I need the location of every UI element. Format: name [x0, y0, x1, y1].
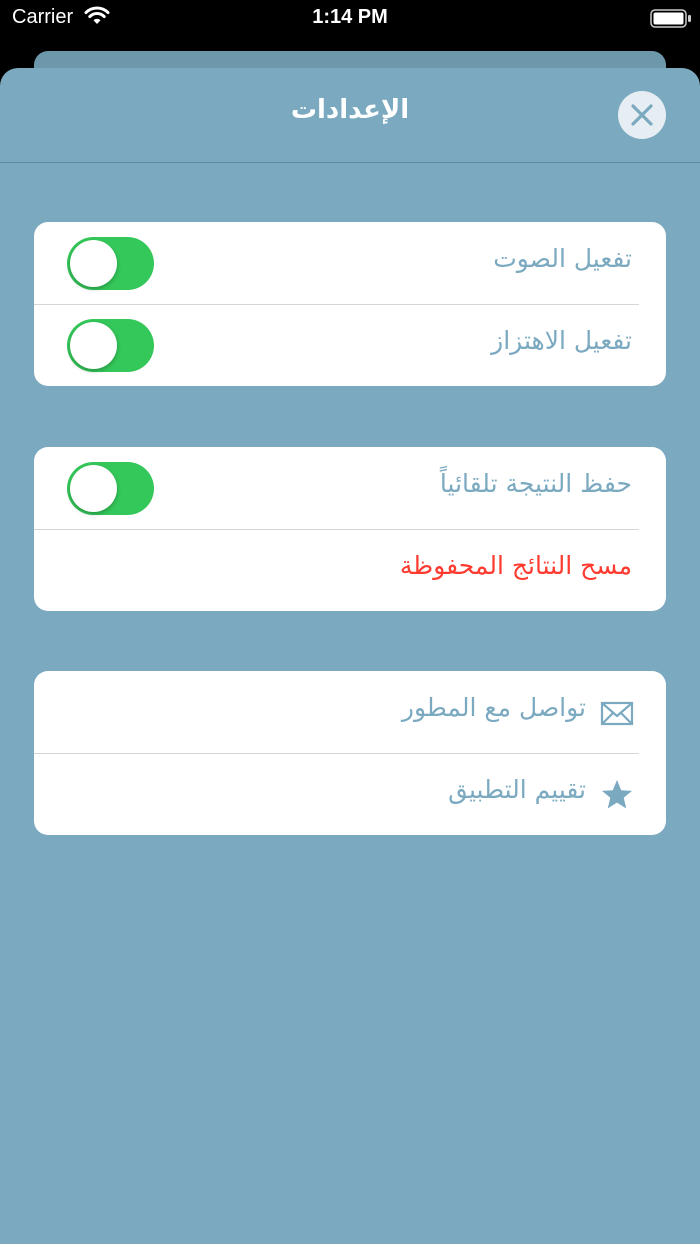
- contact-developer-label: تواصل مع المطور: [401, 693, 586, 722]
- results-settings-group: حفظ النتيجة تلقائياً مسح النتائج المحفوظ…: [34, 447, 666, 611]
- toggle-knob: [70, 465, 117, 512]
- page-title: الإعدادات: [290, 95, 410, 125]
- clear-results-row[interactable]: مسح النتائج المحفوظة: [34, 529, 666, 611]
- nav-bar: الإعدادات: [0, 68, 700, 163]
- sound-label: تفعيل الصوت: [493, 244, 632, 273]
- clear-results-button[interactable]: مسح النتائج المحفوظة: [400, 551, 632, 580]
- close-icon: [631, 104, 653, 126]
- about-settings-group: تواصل مع المطور تقييم التطبيق: [34, 671, 666, 835]
- battery-icon: [650, 9, 691, 28]
- autosave-setting-row: حفظ النتيجة تلقائياً: [34, 447, 666, 529]
- rate-app-label: تقييم التطبيق: [448, 775, 586, 804]
- toggle-knob: [70, 322, 117, 369]
- clock: 1:14 PM: [312, 6, 388, 28]
- sound-toggle[interactable]: [67, 237, 154, 290]
- rate-app-row[interactable]: تقييم التطبيق: [34, 753, 666, 835]
- autosave-label: حفظ النتيجة تلقائياً: [439, 469, 632, 498]
- toggle-knob: [70, 240, 117, 287]
- settings-sheet: الإعدادات تفعيل الصوت تفعيل الاهتزاز حفظ…: [0, 68, 700, 1244]
- vibration-label: تفعيل الاهتزاز: [491, 326, 632, 355]
- envelope-icon: [600, 701, 634, 726]
- star-icon: [602, 780, 632, 809]
- vibration-toggle[interactable]: [67, 319, 154, 372]
- autosave-toggle[interactable]: [67, 462, 154, 515]
- contact-developer-row[interactable]: تواصل مع المطور: [34, 671, 666, 753]
- feedback-settings-group: تفعيل الصوت تفعيل الاهتزاز: [34, 222, 666, 386]
- vibration-setting-row: تفعيل الاهتزاز: [34, 304, 666, 386]
- close-button[interactable]: [618, 91, 666, 139]
- sound-setting-row: تفعيل الصوت: [34, 222, 666, 304]
- status-bar: Carrier 1:14 PM: [0, 0, 700, 40]
